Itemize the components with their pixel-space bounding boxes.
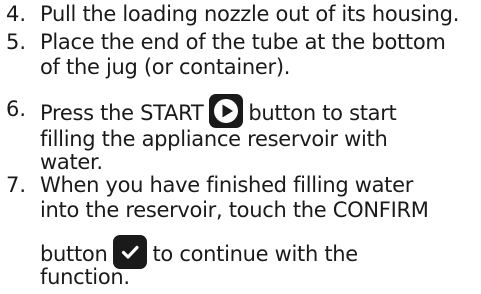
instruction-steps: 4. Pull the loading nozzle out of its ho… (0, 0, 481, 294)
step-text: Press the START (40, 101, 204, 125)
play-icon (209, 94, 244, 128)
step-number: 5. (6, 30, 27, 54)
step-text: When you have finished filling water (40, 173, 414, 197)
step-text: Pull the loading nozzle out of its housi… (40, 2, 460, 26)
step-text: to continue with the (152, 242, 358, 266)
step-text: Place the end of the tube at the bottom (40, 30, 446, 54)
step-text: water. (40, 150, 103, 174)
step-number: 7. (6, 173, 27, 197)
step-text-with-icon: Press the START button to start (40, 94, 397, 131)
check-icon (113, 235, 148, 269)
step-text: function. (40, 265, 130, 289)
step-text: of the jug (or container). (40, 55, 291, 79)
step-text: button (40, 242, 108, 266)
step-text: filling the appliance reservoir with (40, 127, 388, 151)
step-text: into the reservoir, touch the CONFIRM (40, 198, 429, 222)
step-text: button to start (248, 101, 397, 125)
step-number: 6. (6, 97, 27, 121)
step-number: 4. (6, 2, 27, 26)
